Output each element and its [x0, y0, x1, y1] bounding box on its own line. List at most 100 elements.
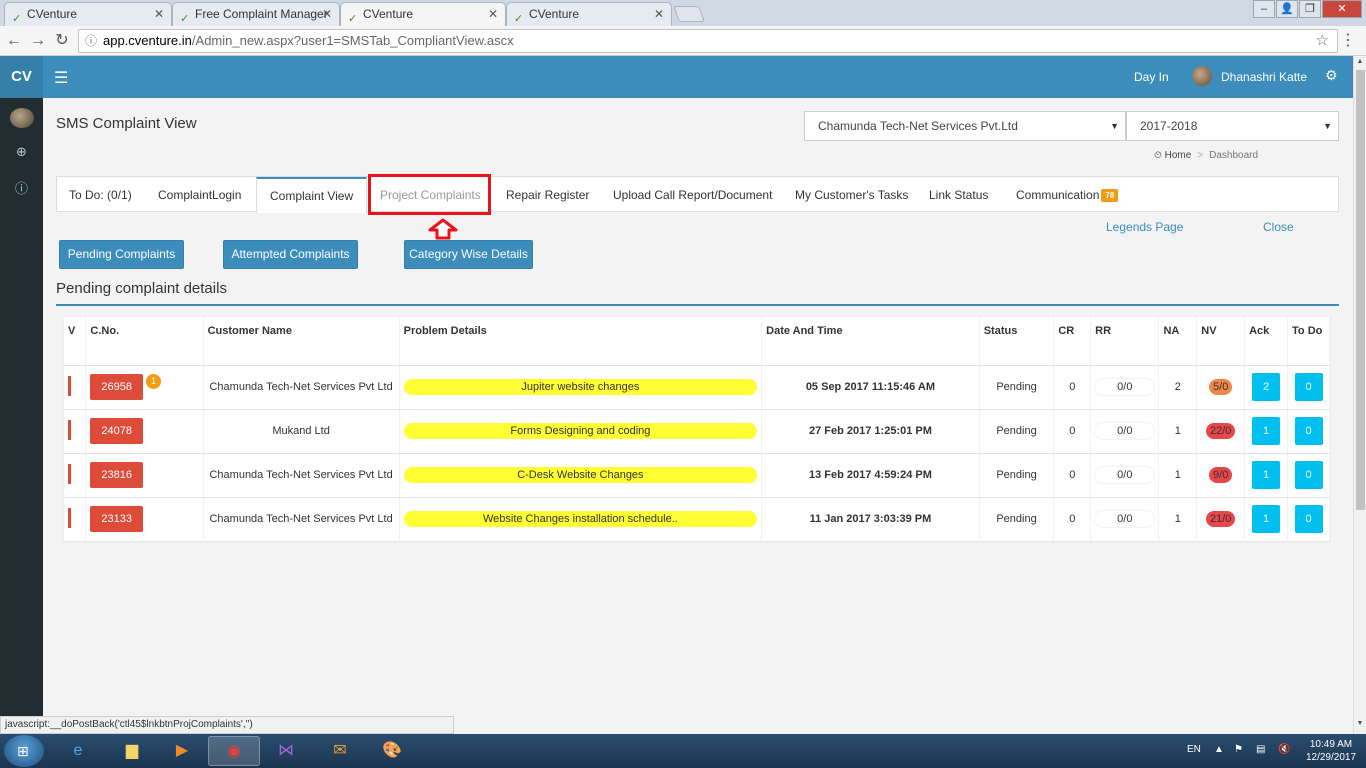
app-logo[interactable]: CV: [0, 56, 43, 98]
tab-link-status[interactable]: Link Status: [929, 177, 988, 213]
ack-button[interactable]: 1: [1252, 417, 1281, 445]
page-scrollbar[interactable]: ▲ ▼: [1353, 56, 1366, 734]
status: Pending: [979, 453, 1055, 498]
ack-button[interactable]: 1: [1252, 461, 1281, 489]
breadcrumb: ⏲ Home > Dashboard: [1154, 150, 1259, 161]
v-bar: [68, 375, 71, 396]
browser-tab-active[interactable]: ✓ CVenture ✕: [340, 2, 506, 27]
close-link[interactable]: Close: [1263, 220, 1294, 234]
complaint-number-button[interactable]: 26958: [90, 374, 143, 400]
chrome-icon[interactable]: ◉: [208, 736, 260, 766]
complaint-number-button[interactable]: 23816: [90, 462, 143, 488]
tab-favicon-icon: ✓: [12, 13, 22, 25]
language-indicator[interactable]: EN: [1187, 744, 1201, 755]
network-icon[interactable]: ▤: [1256, 744, 1265, 755]
forward-arrow-icon[interactable]: →: [28, 30, 48, 52]
browser-tab[interactable]: ✓ Free Complaint Manager ✕: [172, 2, 340, 26]
table-row: 24078 Mukand Ltd Forms Designing and codin…: [64, 409, 1330, 454]
scroll-up-icon[interactable]: ▲: [1354, 58, 1366, 65]
browser-tab[interactable]: ✓ CVenture ✕: [4, 2, 172, 26]
todo-button[interactable]: 0: [1294, 505, 1323, 533]
complaint-number-button[interactable]: 24078: [90, 418, 143, 444]
minimize-icon[interactable]: –: [1253, 0, 1275, 18]
start-button[interactable]: ⊞: [4, 735, 44, 767]
outlook-icon[interactable]: ✉: [314, 736, 366, 766]
pending-complaints-button[interactable]: Pending Complaints: [59, 240, 184, 269]
date-time: 11 Jan 2017 3:03:39 PM: [761, 497, 980, 542]
new-tab-button[interactable]: [673, 6, 705, 22]
col-header: Ack: [1244, 317, 1289, 366]
scroll-thumb[interactable]: [1356, 70, 1365, 510]
close-window-icon[interactable]: ✕: [1322, 0, 1362, 18]
hamburger-menu-icon[interactable]: ☰: [54, 68, 68, 88]
tray-expand-icon[interactable]: ▲: [1214, 744, 1224, 755]
ie-icon[interactable]: e: [52, 736, 104, 766]
gears-icon[interactable]: ⚙: [1325, 67, 1338, 84]
col-header: Date And Time: [761, 317, 980, 366]
close-tab-icon[interactable]: ✕: [654, 3, 664, 25]
complaints-table: V C.No. Customer Name Problem Details Da…: [63, 316, 1331, 543]
category-wise-details-button[interactable]: Category Wise Details: [404, 240, 533, 269]
tab-upload-call-report[interactable]: Upload Call Report/Document: [613, 177, 772, 213]
nv-value: 5/0: [1209, 379, 1233, 395]
table-row: 23133 Chamunda Tech-Net Services Pvt Ltd W…: [64, 497, 1330, 542]
communication-badge: 78: [1101, 189, 1119, 203]
visual-studio-icon[interactable]: ⋈: [260, 736, 312, 766]
year-select[interactable]: 2017-2018 ▼: [1126, 111, 1339, 141]
close-tab-icon[interactable]: ✕: [154, 3, 164, 25]
url-input[interactable]: ⓘ app.cventure.in/Admin_new.aspx?user1=S…: [78, 29, 1338, 53]
cr-value: 0: [1053, 453, 1092, 498]
user-icon[interactable]: 👤: [1276, 0, 1298, 18]
todo-button[interactable]: 0: [1294, 417, 1323, 445]
ack-button[interactable]: 1: [1252, 505, 1281, 533]
problem-details[interactable]: Forms Designing and coding: [403, 423, 758, 439]
date-time: 05 Sep 2017 11:15:46 AM: [761, 365, 980, 410]
paint-icon[interactable]: 🎨: [366, 736, 418, 766]
problem-details[interactable]: Jupiter website changes: [403, 379, 758, 395]
user-avatar[interactable]: [1192, 66, 1212, 86]
browser-tab[interactable]: ✓ CVenture ✕: [506, 2, 672, 26]
main-content: SMS Complaint View Chamunda Tech-Net Ser…: [43, 98, 1353, 718]
user-name[interactable]: Dhanashri Katte: [1221, 70, 1307, 84]
complaint-number-button[interactable]: 23133: [90, 506, 143, 532]
info-icon[interactable]: ⓘ: [85, 30, 97, 52]
attempted-complaints-button[interactable]: Attempted Complaints: [223, 240, 358, 269]
company-select[interactable]: Chamunda Tech-Net Services Pvt.Ltd ▼: [804, 111, 1126, 141]
na-value: 1: [1158, 453, 1198, 498]
col-header: RR: [1090, 317, 1160, 366]
close-tab-icon[interactable]: ✕: [488, 3, 498, 25]
globe-icon[interactable]: ⊕: [0, 144, 43, 160]
legends-page-link[interactable]: Legends Page: [1106, 220, 1183, 234]
tab-complaint-view[interactable]: Complaint View: [256, 177, 368, 213]
tab-complaint-login[interactable]: ComplaintLogin: [158, 177, 241, 213]
tab-repair-register[interactable]: Repair Register: [506, 177, 589, 213]
date-time: 27 Feb 2017 1:25:01 PM: [761, 409, 980, 454]
problem-details[interactable]: Website Changes installation schedule..: [403, 511, 758, 527]
clock[interactable]: 10:49 AM 12/29/2017: [1300, 738, 1362, 764]
tab-todo[interactable]: To Do: (0/1): [69, 177, 132, 213]
browser-menu-icon[interactable]: ⋮: [1340, 30, 1356, 50]
info-circle-icon[interactable]: ⓘ: [0, 178, 43, 197]
cr-value: 0: [1053, 365, 1092, 410]
caret-down-icon: ▼: [1323, 121, 1332, 131]
back-arrow-icon[interactable]: ←: [4, 30, 24, 52]
close-tab-icon[interactable]: ✕: [322, 3, 332, 25]
media-player-icon[interactable]: ▶: [156, 736, 208, 766]
scroll-down-icon[interactable]: ▼: [1354, 720, 1366, 727]
v-indicator: [64, 453, 87, 498]
bookmark-star-icon[interactable]: ☆: [1316, 30, 1329, 52]
todo-button[interactable]: 0: [1294, 461, 1323, 489]
maximize-icon[interactable]: ❐: [1299, 0, 1321, 18]
todo-button[interactable]: 0: [1294, 373, 1323, 401]
ack-button[interactable]: 2: [1252, 373, 1281, 401]
flag-icon[interactable]: ⚑: [1234, 744, 1243, 755]
tab-customer-tasks[interactable]: My Customer's Tasks: [795, 177, 908, 213]
tab-communication[interactable]: Communication 78: [1016, 177, 1119, 213]
reload-icon[interactable]: ↻: [52, 30, 72, 52]
folder-icon[interactable]: ▆: [106, 736, 158, 766]
volume-icon[interactable]: 🔇: [1278, 744, 1290, 755]
problem-details[interactable]: C-Desk Website Changes: [403, 467, 758, 483]
day-in-link[interactable]: Day In: [1134, 70, 1169, 84]
col-header: To Do: [1287, 317, 1330, 366]
breadcrumb-home[interactable]: Home: [1165, 150, 1192, 161]
